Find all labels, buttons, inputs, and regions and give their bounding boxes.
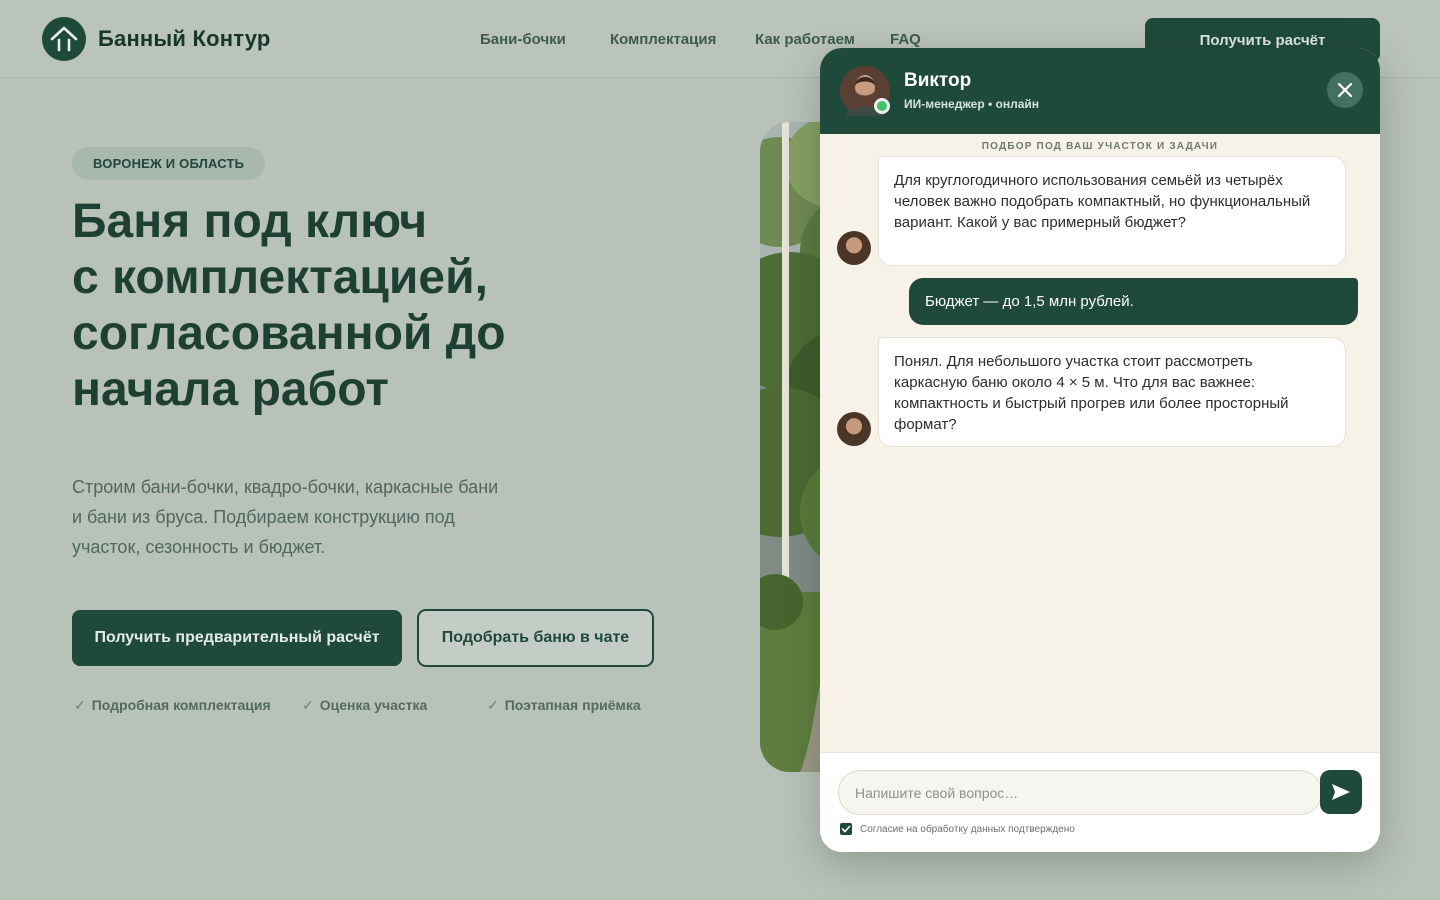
consent-checkbox[interactable] — [840, 823, 852, 835]
checkmark-icon: ✓ — [74, 697, 86, 713]
nav-item-faq[interactable]: FAQ — [890, 31, 921, 48]
choose-in-chat-button[interactable]: Подобрать баню в чате — [417, 609, 654, 667]
region-badge: ВОРОНЕЖ И ОБЛАСТЬ — [72, 147, 266, 180]
hero-title: Баня под ключ с комплектацией, согласова… — [72, 194, 632, 418]
chat-message-input[interactable] — [838, 770, 1322, 815]
chat-widget: Виктор ИИ-менеджер • онлайн ПОДБОР ПОД В… — [820, 48, 1380, 852]
consent-row: Согласие на обработку данных подтвержден… — [840, 823, 1075, 835]
send-icon — [1332, 784, 1350, 800]
brand-name: Банный Контур — [98, 26, 271, 51]
checkmark-icon — [841, 825, 851, 833]
bot-avatar — [837, 412, 871, 446]
bot-message: Понял. Для небольшого участка стоит расс… — [878, 337, 1346, 447]
feature-label: Поэтапная приёмка — [504, 697, 641, 713]
consent-label: Согласие на обработку данных подтвержден… — [860, 823, 1075, 835]
hero-title-line: согласованной до — [72, 307, 506, 360]
hero-title-line: начала работ — [72, 363, 389, 416]
agent-status: ИИ-менеджер • онлайн — [904, 97, 1040, 111]
chat-footer: Согласие на обработку данных подтвержден… — [820, 752, 1380, 852]
preliminary-estimate-button[interactable]: Получить предварительный расчёт — [72, 610, 402, 666]
logo[interactable]: Банный Контур — [42, 17, 271, 61]
logo-house-icon — [42, 17, 86, 61]
agent-name: Виктор — [904, 70, 972, 91]
user-message: Бюджет — до 1,5 млн рублей. — [909, 278, 1358, 325]
feature-item: ✓ Оценка участка — [302, 697, 427, 714]
hero-title-line: Баня под ключ — [72, 195, 428, 248]
nav-item-how-we-work[interactable]: Как работаем — [755, 31, 855, 48]
feature-item: ✓ Поэтапная приёмка — [487, 697, 641, 714]
checkmark-icon: ✓ — [487, 697, 499, 713]
chat-topic: ПОДБОР ПОД ВАШ УЧАСТОК И ЗАДАЧИ — [981, 141, 1219, 152]
hero-description: Строим бани-бочки, квадро-бочки, каркасн… — [72, 477, 499, 557]
feature-label: Подробная комплектация — [91, 697, 271, 713]
checkmark-icon: ✓ — [302, 697, 314, 713]
close-chat-button[interactable] — [1327, 72, 1363, 108]
online-dot-icon — [874, 98, 890, 114]
feature-label: Оценка участка — [319, 697, 428, 713]
bot-message: Для круглогодичного использования семьёй… — [878, 156, 1346, 266]
nav-item-equipment[interactable]: Комплектация — [610, 31, 716, 48]
send-button[interactable] — [1320, 770, 1362, 814]
feature-item: ✓ Подробная комплектация — [74, 697, 271, 714]
bot-avatar — [837, 231, 871, 265]
close-icon — [1337, 82, 1353, 98]
hero-title-line: с комплектацией, — [72, 251, 488, 304]
chat-header: Виктор ИИ-менеджер • онлайн — [820, 48, 1380, 134]
nav-item-barrel-saunas[interactable]: Бани-бочки — [480, 31, 566, 48]
